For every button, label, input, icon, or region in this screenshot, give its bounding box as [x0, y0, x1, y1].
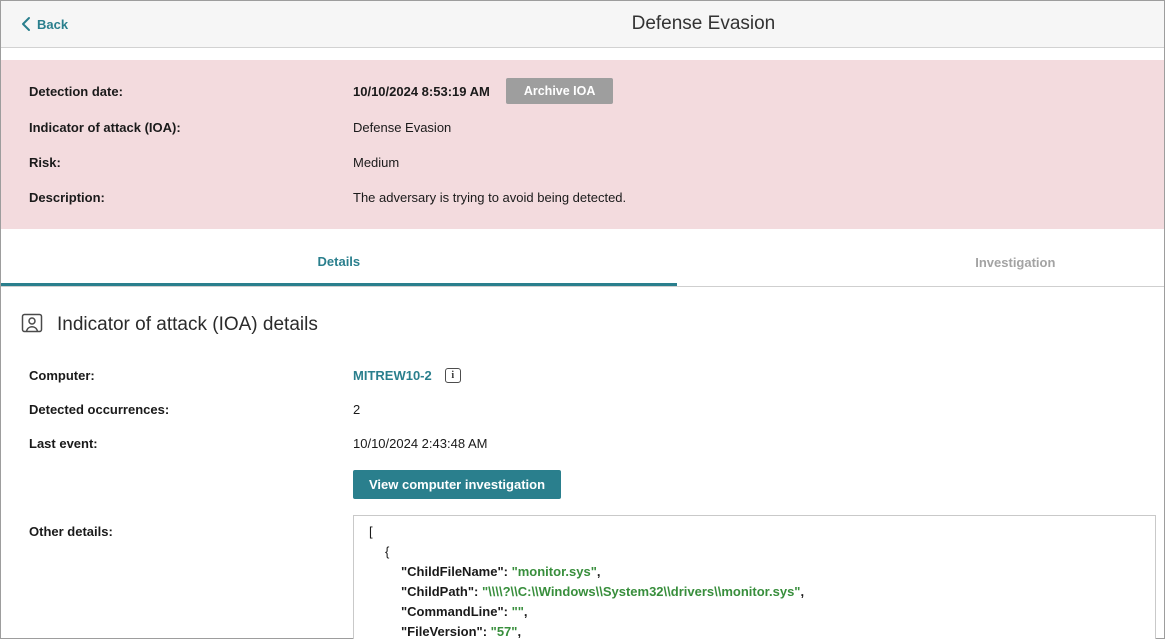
description-label: Description:: [29, 190, 353, 205]
occurrences-label: Detected occurrences:: [29, 402, 353, 417]
json-line: "ChildPath": "\\\\?\\C:\\Windows\\System…: [369, 582, 1145, 602]
back-label: Back: [37, 17, 68, 32]
occurrences-row: Detected occurrences: 2: [1, 398, 1164, 420]
detection-date-value: 10/10/2024 8:53:19 AM: [353, 84, 490, 99]
ioa-value: Defense Evasion: [353, 120, 1164, 135]
section-heading: Indicator of attack (IOA) details: [1, 311, 1164, 338]
json-open-brace: {: [369, 542, 1145, 562]
risk-value: Medium: [353, 155, 1164, 170]
detection-banner: Detection date: 10/10/2024 8:53:19 AM Ar…: [1, 60, 1164, 229]
detection-date-row: Detection date: 10/10/2024 8:53:19 AM Ar…: [1, 78, 1164, 104]
tab-bar: Details Investigation: [1, 239, 1164, 287]
other-details-json[interactable]: [ { "ChildFileName": "monitor.sys", "Chi…: [353, 515, 1156, 639]
json-line: "FileVersion": "57",: [369, 622, 1145, 639]
top-bar: Back Defense Evasion: [1, 1, 1164, 48]
details-heading: Indicator of attack (IOA) details: [57, 314, 318, 336]
chevron-left-icon: [21, 16, 31, 32]
user-card-icon: [20, 311, 44, 338]
tab-investigation[interactable]: Investigation: [677, 239, 1164, 286]
json-open-bracket: [: [369, 522, 1145, 542]
details-panel: Indicator of attack (IOA) details Comput…: [1, 287, 1164, 639]
last-event-row: Last event: 10/10/2024 2:43:48 AM: [1, 432, 1164, 454]
info-icon[interactable]: [445, 368, 461, 383]
ioa-row: Indicator of attack (IOA): Defense Evasi…: [1, 115, 1164, 139]
risk-row: Risk: Medium: [1, 150, 1164, 174]
computer-row: Computer: MITREW10-2: [1, 364, 1164, 386]
risk-label: Risk:: [29, 155, 353, 170]
last-event-label: Last event:: [29, 436, 353, 451]
other-details-label: Other details:: [29, 515, 353, 539]
view-computer-investigation-button[interactable]: View computer investigation: [353, 470, 561, 499]
description-value: The adversary is trying to avoid being d…: [353, 190, 1164, 205]
json-line: "CommandLine": "",: [369, 602, 1145, 622]
back-button[interactable]: Back: [21, 16, 68, 32]
description-row: Description: The adversary is trying to …: [1, 185, 1164, 209]
json-line: "ChildFileName": "monitor.sys",: [369, 562, 1145, 582]
computer-link[interactable]: MITREW10-2: [353, 368, 432, 383]
last-event-value: 10/10/2024 2:43:48 AM: [353, 436, 1164, 451]
computer-label: Computer:: [29, 368, 353, 383]
detection-date-label: Detection date:: [29, 84, 353, 99]
other-details-row: Other details: [ { "ChildFileName": "mon…: [1, 515, 1164, 639]
tab-details[interactable]: Details: [1, 239, 677, 286]
ioa-label: Indicator of attack (IOA):: [29, 120, 353, 135]
archive-ioa-button[interactable]: Archive IOA: [506, 78, 614, 104]
page-title: Defense Evasion: [632, 13, 776, 35]
occurrences-value: 2: [353, 402, 1164, 417]
